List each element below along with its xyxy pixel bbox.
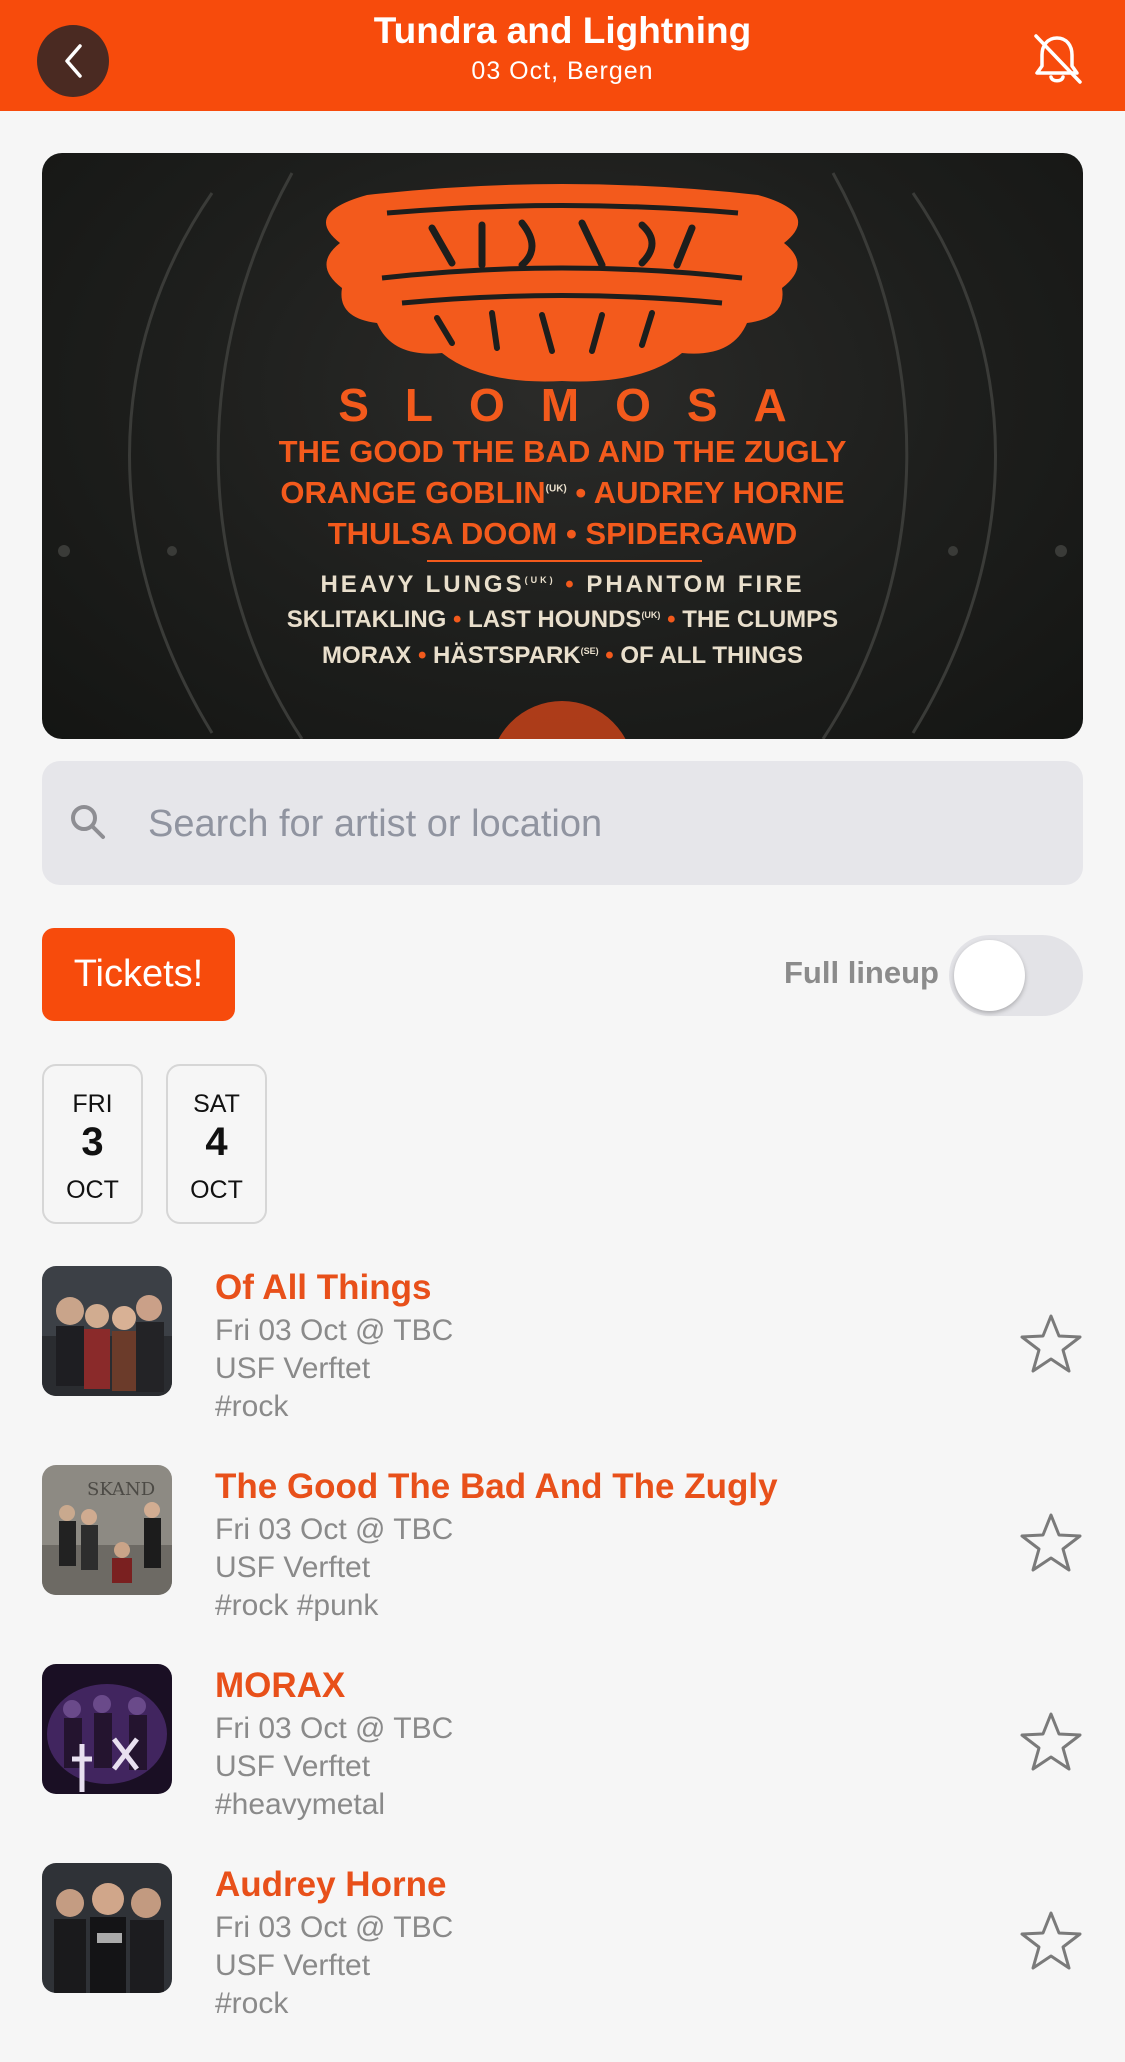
festival-poster: SLOMOSA THE GOOD THE BAD AND THE ZUGLY O… — [42, 153, 1083, 739]
artist-tags: #rock — [215, 1390, 289, 1423]
artist-venue: USF Verftet — [215, 1750, 371, 1783]
day-number: 3 — [81, 1120, 104, 1164]
artist-time: Fri 03 Oct @ TBC — [215, 1712, 454, 1745]
day-weekday: FRI — [72, 1090, 113, 1118]
day-month: OCT — [66, 1176, 119, 1204]
artist-photo — [42, 1266, 172, 1396]
page-subtitle: 03 Oct, Bergen — [471, 57, 654, 85]
artist-name[interactable]: MORAX — [215, 1666, 345, 1706]
poster-line: THE GOOD THE BAD AND THE ZUGLY — [278, 434, 847, 469]
poster-headliner: SLOMOSA — [338, 379, 823, 431]
tickets-button[interactable]: Tickets! — [42, 928, 235, 1021]
artist-list-item[interactable]: Of All Things Fri 03 Oct @ TBC USF Verft… — [0, 1266, 1125, 1465]
artist-name[interactable]: Audrey Horne — [215, 1865, 446, 1905]
search-icon — [71, 805, 105, 839]
artist-name[interactable]: The Good The Bad And The Zugly — [215, 1467, 778, 1507]
bell-off-icon — [1034, 34, 1082, 84]
star-outline-icon[interactable] — [1019, 1909, 1083, 1973]
artist-list-item[interactable]: MORAX Fri 03 Oct @ TBC USF Verftet #heav… — [0, 1664, 1125, 1863]
artist-tags: #rock — [215, 1987, 289, 2020]
poster-line: ORANGE GOBLIN(UK) • AUDREY HORNE — [280, 475, 845, 510]
search-bar[interactable] — [42, 761, 1083, 885]
artist-venue: USF Verftet — [215, 1352, 371, 1385]
artist-photo — [42, 1863, 172, 1993]
artist-photo: SKAND — [42, 1465, 172, 1595]
day-number: 4 — [205, 1120, 228, 1164]
poster-line: HEAVY LUNGS(UK) • PHANTOM FIRE — [320, 571, 805, 598]
notifications-button[interactable] — [1028, 30, 1086, 88]
star-outline-icon[interactable] — [1019, 1710, 1083, 1774]
artist-time: Fri 03 Oct @ TBC — [215, 1911, 454, 1944]
poster-line: SKLITAKLING • LAST HOUNDS(UK) • THE CLUM… — [286, 606, 839, 633]
day-month: OCT — [190, 1176, 243, 1204]
festival-logo — [325, 184, 799, 382]
star-outline-icon[interactable] — [1019, 1511, 1083, 1575]
full-lineup-label: Full lineup — [784, 955, 939, 990]
artist-photo — [42, 1664, 172, 1794]
app-header: Tundra and Lightning 03 Oct, Bergen — [0, 0, 1125, 111]
poster-line: THULSA DOOM • SPIDERGAWD — [327, 516, 798, 551]
artist-venue: USF Verftet — [215, 1949, 371, 1982]
search-input[interactable] — [146, 791, 1050, 857]
star-outline-icon[interactable] — [1019, 1312, 1083, 1376]
toggle-knob — [954, 940, 1025, 1011]
artist-name[interactable]: Of All Things — [215, 1268, 431, 1308]
page-title: Tundra and Lightning — [373, 10, 752, 51]
artist-venue: USF Verftet — [215, 1551, 371, 1584]
artist-list-item[interactable]: Audrey Horne Fri 03 Oct @ TBC USF Verfte… — [0, 1863, 1125, 2062]
day-weekday: SAT — [193, 1090, 240, 1118]
artist-tags: #heavymetal — [215, 1788, 386, 1821]
svg-text:SKAND: SKAND — [87, 1479, 155, 1500]
poster-line: MORAX • HÄSTSPARK(SE) • OF ALL THINGS — [321, 642, 804, 669]
artist-list-item[interactable]: SKAND The Good The Bad And The Zugly Fri… — [0, 1465, 1125, 1664]
day-tab-sat[interactable]: SAT 4 OCT — [166, 1064, 267, 1224]
artist-time: Fri 03 Oct @ TBC — [215, 1513, 454, 1546]
artist-time: Fri 03 Oct @ TBC — [215, 1314, 454, 1347]
artist-tags: #rock #punk — [215, 1589, 379, 1622]
full-lineup-toggle[interactable] — [949, 935, 1083, 1016]
day-tab-fri[interactable]: FRI 3 OCT — [42, 1064, 143, 1224]
